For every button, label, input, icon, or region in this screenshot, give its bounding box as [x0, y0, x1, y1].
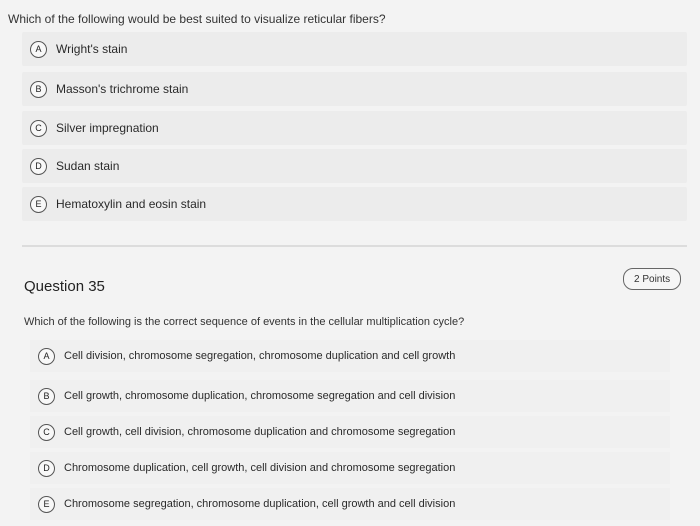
option-a[interactable]: A Wright's stain: [22, 32, 687, 66]
option-letter-b: B: [38, 387, 55, 405]
option-c[interactable]: C Silver impregnation: [22, 111, 687, 145]
option-letter-c: C: [38, 423, 55, 441]
option-c[interactable]: C Cell growth, cell division, chromosome…: [30, 416, 670, 448]
option-label: Sudan stain: [56, 159, 120, 173]
option-label: Cell growth, chromosome duplication, chr…: [64, 390, 456, 402]
option-a[interactable]: A Cell division, chromosome segregation,…: [30, 340, 670, 372]
option-d[interactable]: D Sudan stain: [22, 149, 687, 183]
option-label: Masson's trichrome stain: [56, 82, 189, 96]
question-text: Which of the following would be best sui…: [8, 12, 386, 26]
option-b[interactable]: B Masson's trichrome stain: [22, 72, 687, 106]
option-letter-e: E: [38, 495, 55, 513]
option-letter-a: A: [38, 347, 55, 365]
option-label: Wright's stain: [56, 42, 128, 56]
option-label: Chromosome segregation, chromosome dupli…: [64, 498, 456, 510]
option-label: Hematoxylin and eosin stain: [56, 197, 207, 211]
option-label: Chromosome duplication, cell growth, cel…: [64, 462, 456, 474]
option-letter-b: B: [30, 80, 47, 98]
option-d[interactable]: D Chromosome duplication, cell growth, c…: [30, 452, 670, 484]
option-e[interactable]: E Hematoxylin and eosin stain: [22, 187, 687, 221]
question-text: Which of the following is the correct se…: [24, 316, 465, 328]
option-letter-c: C: [30, 119, 47, 137]
option-label: Silver impregnation: [56, 121, 159, 135]
option-label: Cell division, chromosome segregation, c…: [64, 350, 456, 362]
option-label: Cell growth, cell division, chromosome d…: [64, 426, 456, 438]
option-letter-a: A: [30, 40, 47, 58]
points-badge: 2 Points: [623, 268, 682, 290]
option-letter-d: D: [38, 459, 55, 477]
section-divider: [22, 245, 687, 247]
option-e[interactable]: E Chromosome segregation, chromosome dup…: [30, 488, 670, 520]
question-title: Question 35: [24, 278, 105, 295]
option-letter-e: E: [30, 195, 47, 213]
option-letter-d: D: [30, 157, 47, 175]
option-b[interactable]: B Cell growth, chromosome duplication, c…: [30, 380, 670, 412]
